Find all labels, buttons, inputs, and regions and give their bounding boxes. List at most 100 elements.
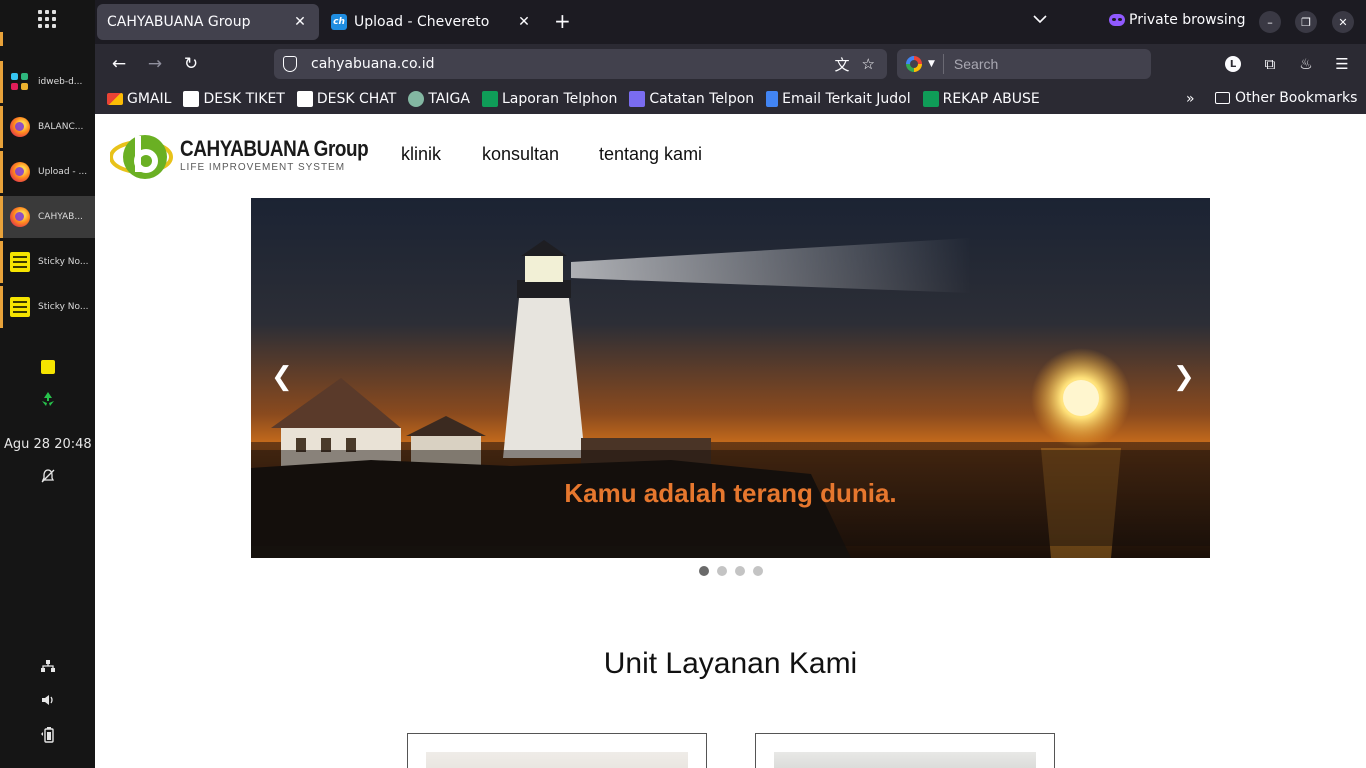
service-card[interactable] xyxy=(755,733,1055,768)
reload-icon[interactable]: ↻ xyxy=(178,52,204,76)
nav-link-tentang-kami[interactable]: tentang kami xyxy=(599,144,702,165)
sticky-notes-icon xyxy=(9,251,31,273)
address-bar[interactable]: cahyabuana.co.id 文 ☆ xyxy=(274,49,887,79)
tab-strip: CAHYABUANA Group ✕ ch Upload - Chevereto… xyxy=(95,0,1366,44)
nav-link-klinik[interactable]: klinik xyxy=(401,144,441,165)
firefox-icon xyxy=(9,161,31,183)
back-arrow-icon[interactable]: ← xyxy=(106,52,132,76)
taskbar-item-sticky-notes[interactable]: Sticky No... xyxy=(0,286,95,328)
taskbar-item-firefox-active[interactable]: CAHYAB... xyxy=(0,196,95,238)
site-logo[interactable]: CAHYABUANA Group LIFE IMPROVEMENT SYSTEM xyxy=(110,128,369,184)
account-icon[interactable]: L xyxy=(1223,54,1243,74)
new-tab-icon[interactable]: + xyxy=(554,10,571,32)
extension-flame-icon[interactable]: ♨ xyxy=(1296,54,1316,74)
bookmark-label: Catatan Telpon xyxy=(649,91,755,107)
extensions-icon[interactable]: ⧉ xyxy=(1260,54,1280,74)
bookmark-gmail[interactable]: GMAIL xyxy=(107,91,171,107)
private-browsing-label: Private browsing xyxy=(1129,12,1246,28)
slider-dot[interactable] xyxy=(735,566,745,576)
search-box[interactable]: ▼ xyxy=(897,49,1151,79)
restore-icon[interactable]: ❐ xyxy=(1295,11,1317,33)
slider-next-icon[interactable]: ❯ xyxy=(1173,362,1195,392)
bookmark-star-icon[interactable]: ☆ xyxy=(862,55,875,73)
tab-cahyabuana[interactable]: CAHYABUANA Group ✕ xyxy=(97,4,319,40)
private-browsing-indicator: Private browsing xyxy=(1109,12,1246,28)
bookmark-label: Email Terkait Judol xyxy=(782,91,911,107)
section-title: Unit Layanan Kami xyxy=(603,647,858,680)
tray-recycle-icon[interactable] xyxy=(0,390,95,408)
gmail-icon xyxy=(107,93,123,105)
service-card-image xyxy=(426,752,688,768)
translate-icon[interactable]: 文 xyxy=(835,54,850,75)
battery-icon[interactable] xyxy=(0,726,95,744)
tab-title: Upload - Chevereto xyxy=(354,14,490,30)
taskbar-item-label: Sticky No... xyxy=(38,257,89,267)
sticky-notes-icon xyxy=(9,296,31,318)
bookmark-laporan-telphon[interactable]: Laporan Telphon xyxy=(481,91,618,107)
tab-chevereto[interactable]: ch Upload - Chevereto ✕ xyxy=(321,4,543,40)
search-input[interactable] xyxy=(953,56,1134,72)
firefox-icon xyxy=(9,116,31,138)
close-tab-icon[interactable]: ✕ xyxy=(291,14,309,30)
tab-title: CAHYABUANA Group xyxy=(107,14,251,30)
bookmark-label: GMAIL xyxy=(127,91,172,107)
web-page: CAHYABUANA Group LIFE IMPROVEMENT SYSTEM… xyxy=(95,114,1366,768)
tracking-shield-icon[interactable] xyxy=(283,56,297,72)
bookmark-catatan-telpon[interactable]: Catatan Telpon xyxy=(629,91,754,107)
sheets-icon xyxy=(922,91,939,107)
slider-indicators xyxy=(699,566,763,576)
firefox-icon xyxy=(9,206,31,228)
bookmark-label: DESK TIKET xyxy=(203,91,285,107)
clock[interactable]: Agu 28 20:48 xyxy=(4,437,92,452)
tray-sticky-notes-icon[interactable] xyxy=(0,360,95,374)
bookmark-desk-chat[interactable]: DESK CHAT xyxy=(296,91,396,107)
other-bookmarks[interactable]: Other Bookmarks xyxy=(1215,90,1357,106)
bookmark-email-terkait-judol[interactable]: Email Terkait Judol xyxy=(766,91,911,107)
service-card[interactable] xyxy=(407,733,707,768)
taskbar-item-firefox[interactable]: Upload - ... xyxy=(0,151,95,193)
volume-icon[interactable] xyxy=(0,692,95,708)
tab-list-chevron-icon[interactable] xyxy=(1033,13,1047,27)
service-card-image xyxy=(774,752,1036,768)
taskbar-item-firefox[interactable]: BALANC... xyxy=(0,106,95,148)
logo-title: CAHYABUANA Group xyxy=(180,136,369,161)
divider xyxy=(942,54,944,74)
slider-dot[interactable] xyxy=(717,566,727,576)
hamburger-menu-icon[interactable]: ☰ xyxy=(1332,54,1352,74)
bookmark-taiga[interactable]: TAIGA xyxy=(408,91,470,107)
bookmark-label: TAIGA xyxy=(428,91,470,107)
forms-icon xyxy=(629,91,646,107)
close-tab-icon[interactable]: ✕ xyxy=(515,14,533,30)
slider-caption: Kamu adalah terang dunia. xyxy=(564,478,897,508)
google-icon[interactable] xyxy=(906,56,922,72)
bookmark-rekap-abuse[interactable]: REKAP ABUSE xyxy=(922,91,1040,107)
desk-icon xyxy=(296,91,313,107)
more-bookmarks-chevron-icon[interactable]: » xyxy=(1186,91,1195,107)
logo-subtitle: LIFE IMPROVEMENT SYSTEM xyxy=(180,162,346,173)
taskbar-item-label: Sticky No... xyxy=(38,302,89,312)
network-icon[interactable] xyxy=(0,658,95,674)
taskbar-item-label: BALANC... xyxy=(38,122,84,132)
taskbar-item-partial[interactable] xyxy=(0,32,95,46)
taskbar-item-sticky-notes[interactable]: Sticky No... xyxy=(0,241,95,283)
forward-arrow-icon[interactable]: → xyxy=(142,52,168,76)
slider-dot[interactable] xyxy=(753,566,763,576)
private-mask-icon xyxy=(1109,14,1125,26)
slider-dot[interactable] xyxy=(699,566,709,576)
hero-slider[interactable]: Kamu adalah terang dunia. ❮ ❯ xyxy=(251,198,1210,558)
notifications-muted-icon[interactable] xyxy=(0,468,95,484)
taiga-icon xyxy=(408,91,425,107)
bookmark-label: Laporan Telphon xyxy=(501,91,618,107)
bookmarks-toolbar: GMAIL DESK TIKET DESK CHAT TAIGA Laporan… xyxy=(95,84,1366,114)
search-engine-chevron-icon[interactable]: ▼ xyxy=(928,59,935,69)
browser-window: CAHYABUANA Group ✕ ch Upload - Chevereto… xyxy=(95,0,1366,768)
nav-link-konsultan[interactable]: konsultan xyxy=(482,144,559,165)
cahyabuana-logo-icon xyxy=(110,135,173,179)
url-text[interactable]: cahyabuana.co.id xyxy=(311,56,835,72)
slider-prev-icon[interactable]: ❮ xyxy=(271,362,293,392)
taskbar-item-slack[interactable]: idweb-d... xyxy=(0,61,95,103)
app-grid-icon[interactable] xyxy=(38,10,56,28)
close-window-icon[interactable]: ✕ xyxy=(1332,11,1354,33)
minimize-icon[interactable]: – xyxy=(1259,11,1281,33)
bookmark-desk-tiket[interactable]: DESK TIKET xyxy=(183,91,285,107)
